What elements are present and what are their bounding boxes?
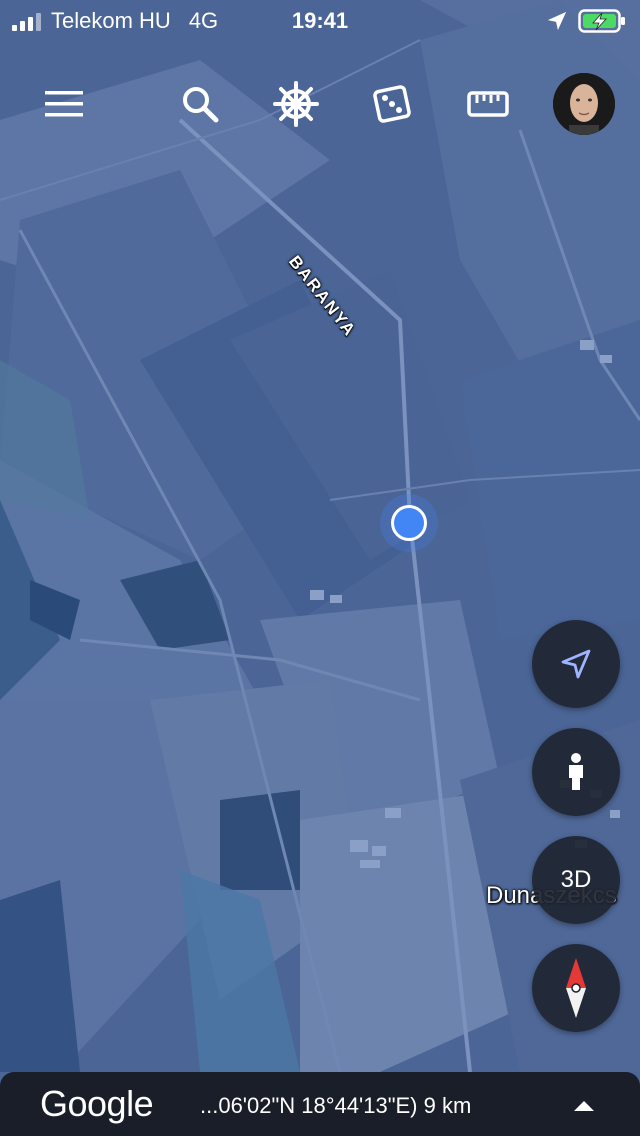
3d-toggle-button[interactable]: 3D	[532, 836, 620, 924]
battery-charging-icon	[578, 9, 625, 33]
account-avatar[interactable]	[553, 73, 615, 135]
profile-photo-icon	[553, 73, 615, 135]
coordinates-readout: ...06'02"N 18°44'13"E) 9 km	[200, 1093, 472, 1118]
status-right	[546, 8, 626, 34]
dice-icon[interactable]	[366, 78, 418, 130]
status-bar: Telekom HU 4G 19:41	[0, 0, 640, 42]
current-location-marker	[380, 494, 438, 552]
pegman-icon	[569, 753, 583, 790]
voyager-icon[interactable]	[270, 78, 322, 130]
chevron-up-icon	[574, 1101, 594, 1111]
ruler-icon[interactable]	[462, 78, 514, 130]
street-view-button[interactable]	[532, 728, 620, 816]
bottom-info-bar: Google ...06'02"N 18°44'13"E) 9 km	[0, 1072, 640, 1136]
google-logo: Google	[40, 1083, 154, 1124]
compass-button[interactable]	[532, 944, 620, 1032]
navigation-arrow-icon	[561, 649, 591, 679]
status-time: 19:41	[291, 8, 349, 33]
compass-icon	[566, 958, 586, 1018]
my-location-button[interactable]	[532, 620, 620, 708]
location-arrow-icon	[547, 11, 567, 31]
search-icon[interactable]	[174, 78, 226, 130]
expand-panel-button[interactable]	[564, 1086, 604, 1126]
menu-icon[interactable]	[38, 78, 90, 130]
